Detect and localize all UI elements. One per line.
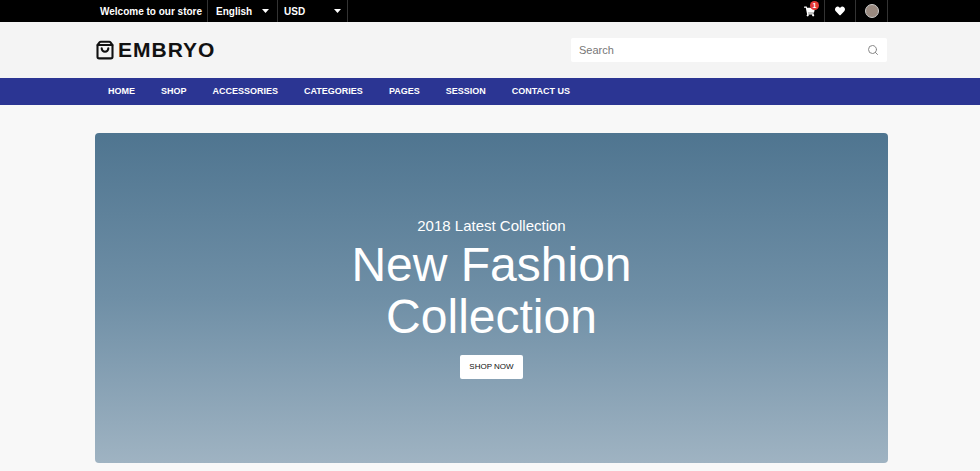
wishlist-button[interactable] bbox=[825, 0, 855, 22]
search-icon[interactable] bbox=[867, 44, 879, 56]
nav-item[interactable]: CONTACT US bbox=[512, 85, 570, 99]
cart-button[interactable]: 1 bbox=[794, 0, 824, 22]
logo[interactable]: EMBRYO bbox=[95, 34, 215, 66]
header: EMBRYO Search bbox=[0, 22, 980, 78]
nav-item[interactable]: CATEGORIES bbox=[304, 85, 363, 99]
hero-subtitle: 2018 Latest Collection bbox=[417, 217, 565, 235]
nav-item[interactable]: PAGES bbox=[389, 85, 420, 99]
page: Welcome to our storeEnglishUSD 1 EMBRYO Sea… bbox=[0, 0, 980, 471]
caret-icon bbox=[262, 9, 269, 13]
hero-title: Collection bbox=[386, 291, 597, 343]
avatar-icon bbox=[865, 4, 879, 18]
search-field[interactable]: Search bbox=[571, 38, 887, 62]
nav-bar: HOME SHOP ACCESSORIES CATEGORIES PAGES SESSIO… bbox=[0, 78, 980, 105]
hero-title: New Fashion bbox=[351, 239, 631, 291]
nav-item[interactable]: ACCESSORIES bbox=[213, 85, 279, 99]
top-bar: Welcome to our storeEnglishUSD 1 bbox=[0, 0, 980, 22]
shop-now-button[interactable]: SHOP NOW bbox=[460, 355, 522, 379]
nav-item[interactable]: SESSION bbox=[446, 85, 486, 99]
caret-icon bbox=[334, 9, 341, 13]
currency-select[interactable]: USD bbox=[278, 0, 347, 22]
hero-banner: 2018 Latest Collection New FashionCollect… bbox=[95, 133, 888, 463]
heart-icon bbox=[835, 6, 845, 16]
account-button[interactable] bbox=[856, 0, 887, 22]
welcome-text: Welcome to our store bbox=[95, 4, 207, 19]
cart-badge: 1 bbox=[810, 1, 819, 10]
nav-item[interactable]: HOME bbox=[108, 85, 135, 99]
nav-item[interactable]: SHOP bbox=[161, 85, 187, 99]
language-select[interactable]: English bbox=[208, 0, 277, 22]
bag-icon bbox=[95, 40, 115, 60]
